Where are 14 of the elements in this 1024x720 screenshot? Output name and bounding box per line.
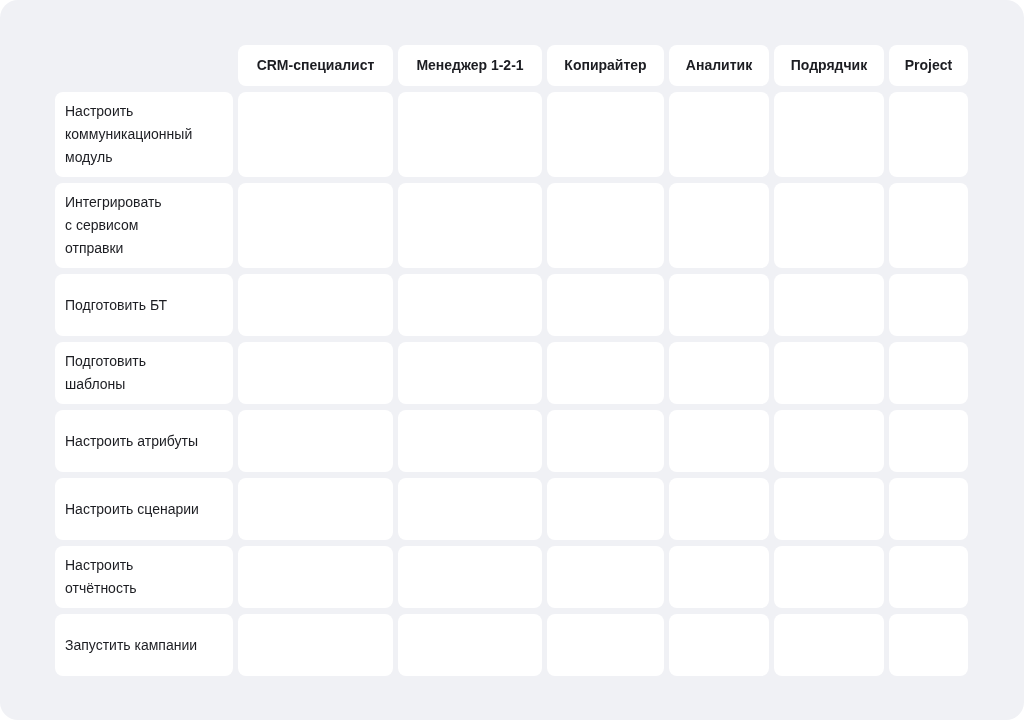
row-label: Настроить отчётность <box>55 546 233 608</box>
row-label: Настроить атрибуты <box>55 410 233 472</box>
row-label: Настроить коммуникационный модуль <box>55 92 233 177</box>
row-label: Подготовить шаблоны <box>55 342 233 404</box>
row-label: Интегрировать с сервисом отправки <box>55 183 233 268</box>
column-header: Менеджер 1-2-1 <box>398 45 542 86</box>
column-header: Подрядчик <box>774 45 884 86</box>
column-header: Аналитик <box>669 45 769 86</box>
column-header: Копирайтер <box>547 45 664 86</box>
row-label: Подготовить БТ <box>55 274 233 336</box>
row-label: Настроить сценарии <box>55 478 233 540</box>
column-header: Project <box>889 45 968 86</box>
column-header: CRM-специалист <box>238 45 393 86</box>
row-label: Запустить кампании <box>55 614 233 676</box>
